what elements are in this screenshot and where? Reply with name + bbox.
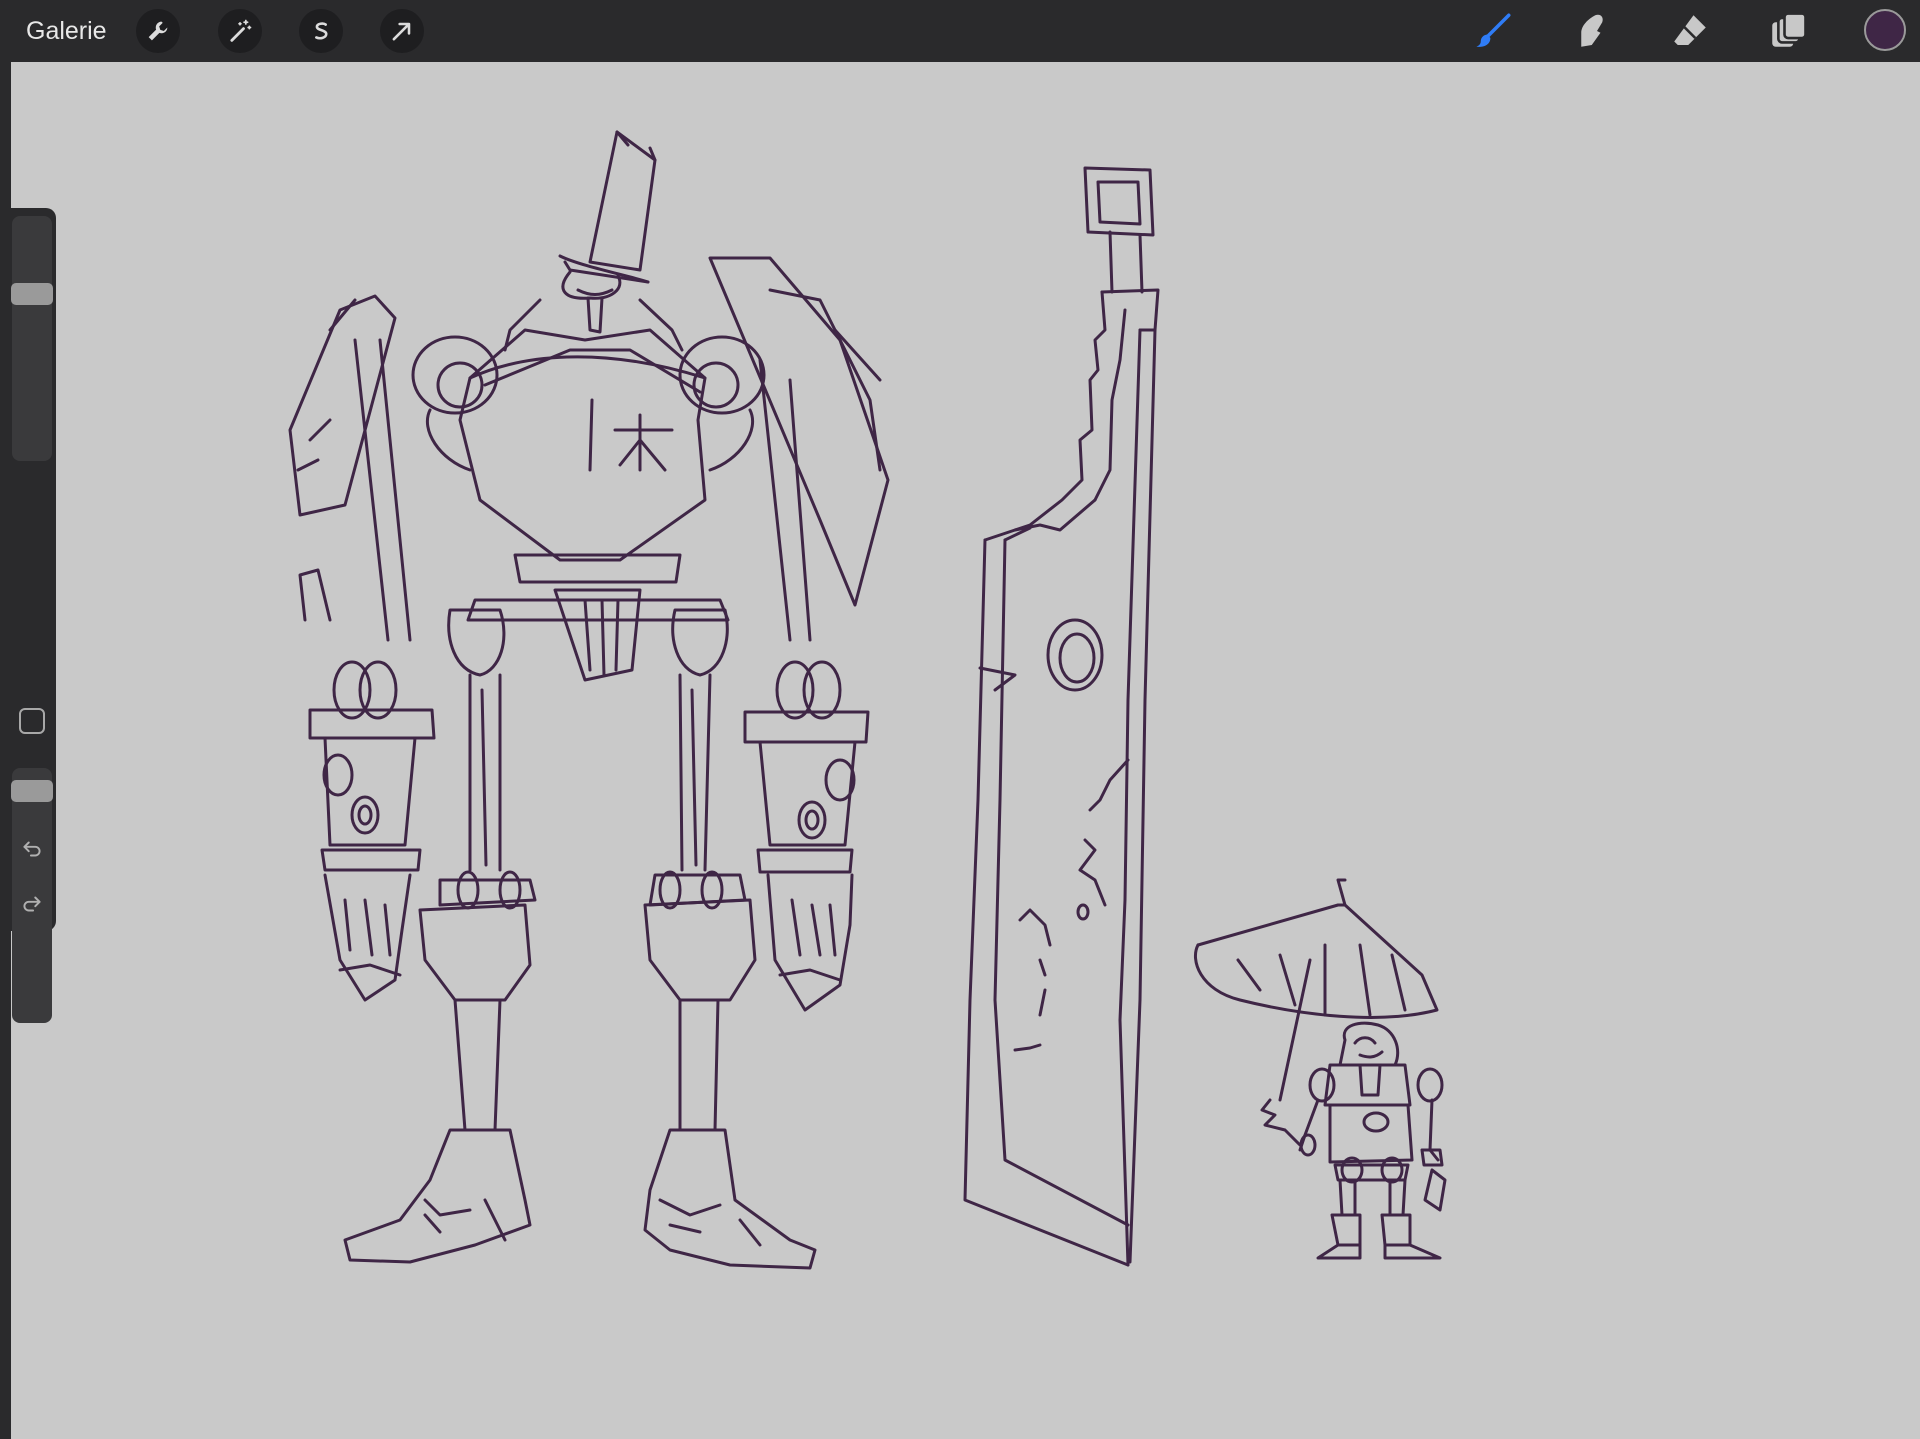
selection-button[interactable] <box>299 9 343 53</box>
transform-button[interactable] <box>380 9 424 53</box>
top-toolbar: Galerie <box>0 0 1920 62</box>
gallery-button[interactable]: Galerie <box>26 0 107 62</box>
brush-tool[interactable] <box>1469 7 1517 55</box>
color-picker-button[interactable] <box>1864 9 1906 51</box>
brush-size-thumb[interactable] <box>11 283 53 305</box>
brush-icon <box>1476 13 1511 47</box>
undo-icon[interactable] <box>16 833 48 865</box>
wrench-icon <box>148 21 168 41</box>
actions-button[interactable] <box>136 9 180 53</box>
eraser-tool[interactable] <box>1666 7 1714 55</box>
drawing-canvas[interactable] <box>11 62 1920 1439</box>
brush-size-slider[interactable] <box>11 216 53 461</box>
smudge-tool[interactable] <box>1566 7 1614 55</box>
magic-wand-icon <box>230 19 252 42</box>
eraser-icon <box>1674 15 1706 45</box>
opacity-thumb[interactable] <box>11 780 53 802</box>
side-toolbar <box>4 208 56 1023</box>
smudge-finger-icon <box>1581 14 1603 47</box>
selection-s-icon <box>315 22 328 40</box>
redo-icon[interactable] <box>16 888 48 920</box>
square-modify-icon[interactable] <box>19 708 45 734</box>
arrow-cursor-icon <box>392 22 411 41</box>
adjustments-button[interactable] <box>218 9 262 53</box>
layers-icon <box>1772 12 1807 47</box>
layers-button[interactable] <box>1764 7 1812 55</box>
